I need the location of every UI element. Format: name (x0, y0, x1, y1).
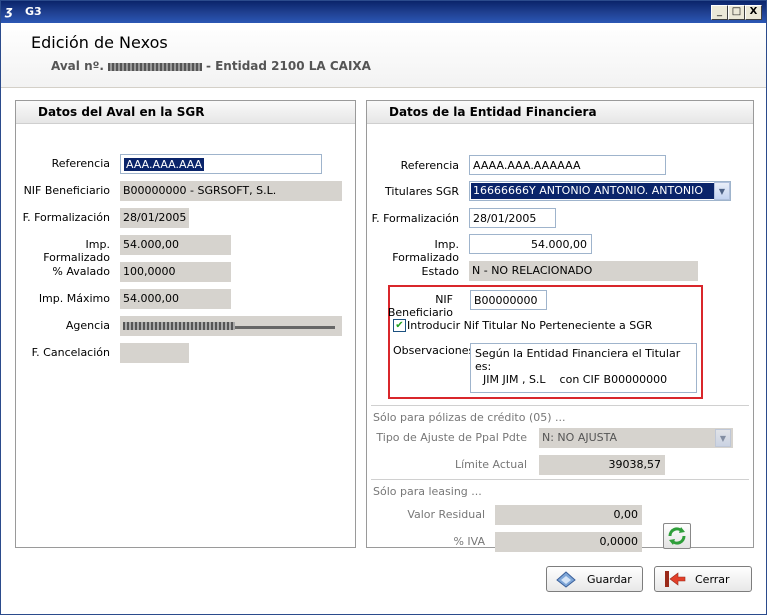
exit-arrow-icon (665, 571, 686, 587)
agencia-field (120, 316, 342, 336)
divider (371, 479, 749, 480)
imp-formalizado-field: 54.000,00 (120, 235, 231, 255)
label-referencia: Referencia (51, 157, 110, 170)
observaciones-textarea[interactable]: Según la Entidad Financiera el Titular e… (470, 343, 697, 393)
panel-title: Datos de la Entidad Financiera (367, 101, 753, 124)
label-limite-actual: Límite Actual (455, 458, 527, 471)
introducir-nif-checkbox[interactable]: ✔ (393, 319, 406, 332)
label-valor-residual: Valor Residual (407, 508, 485, 521)
close-window-button[interactable]: X (745, 5, 762, 20)
main-content: Datos del Aval en la SGR Referencia AAA.… (1, 88, 766, 553)
panel-entidad-financiera: Datos de la Entidad Financiera Referenci… (366, 100, 754, 552)
avalado-field: 100,0000 (120, 262, 231, 282)
label-imp-formalizado: Imp. Formalizado (43, 238, 110, 264)
maximize-button[interactable]: □ (728, 5, 745, 20)
f-formalizacion-ef-input[interactable]: 28/01/2005 (469, 208, 556, 228)
label-tipo-ajuste: Tipo de Ajuste de Ppal Pdte (376, 431, 527, 444)
titulares-sgr-value: 16666666Y ANTONIO ANTONIO. ANTONIO (471, 183, 715, 199)
divider (371, 405, 749, 406)
referencia-ef-input[interactable]: AAAA.AAA.AAAAAA (469, 155, 666, 175)
label-imp-formalizado-ef: Imp. Formalizado (392, 238, 459, 264)
label-titulares-sgr: Titulares SGR (385, 185, 459, 198)
tipo-ajuste-value: N: NO AJUSTA (542, 431, 618, 444)
save-button[interactable]: Guardar (546, 566, 643, 592)
introducir-nif-label: Introducir Nif Titular No Perteneciente … (407, 319, 653, 332)
masked-agencia-tail (235, 325, 335, 329)
leasing-section-label: Sólo para leasing ... (373, 485, 482, 498)
f-formalizacion-field: 28/01/2005 (120, 208, 189, 228)
iva-field: 0,0000 (495, 532, 642, 552)
chevron-down-icon[interactable]: ▼ (715, 429, 731, 447)
panel-title: Datos del Aval en la SGR (16, 101, 355, 124)
label-nif-beneficiario: NIF Beneficiario (23, 184, 110, 197)
window-title: G3 (25, 5, 42, 18)
panel-aval-sgr: Datos del Aval en la SGR Referencia AAA.… (15, 100, 356, 548)
g3-logo-icon: ʒ (5, 4, 13, 18)
label-observaciones: Observaciones (393, 344, 475, 357)
label-agencia: Agencia (65, 319, 110, 332)
subtitle-suffix: - Entidad 2100 LA CAIXA (205, 59, 371, 73)
masked-agencia (123, 322, 235, 330)
chevron-down-icon[interactable]: ▼ (714, 182, 730, 200)
save-label: Guardar (587, 573, 632, 586)
cerrar-label: Cerrar (695, 573, 730, 586)
title-bar: ʒ G3 _ □ X (1, 1, 766, 23)
label-iva: % IVA (453, 535, 485, 548)
label-imp-maximo: Imp. Máximo (38, 292, 110, 305)
limite-actual-field: 39038,57 (539, 455, 665, 475)
minimize-button[interactable]: _ (711, 5, 728, 20)
observaciones-line-1: Según la Entidad Financiera el Titular e… (475, 347, 681, 373)
page-subtitle: Aval nº. - Entidad 2100 LA CAIXA (51, 59, 371, 73)
save-icon (556, 571, 576, 588)
label-f-formalizacion-ef: F. Formalización (371, 212, 459, 225)
masked-aval-number (107, 62, 202, 71)
credit-section-label: Sólo para pólizas de crédito (05) ... (373, 411, 566, 424)
footer-bar: Guardar Cerrar (1, 553, 766, 614)
observaciones-line-2: JIM JIM , S.L con CIF B00000000 (483, 373, 668, 386)
referencia-value: AAA.AAA.AAA (124, 158, 205, 171)
imp-formalizado-ef-input[interactable]: 54.000,00 (469, 234, 592, 254)
cerrar-button[interactable]: Cerrar (654, 566, 752, 592)
nif-beneficiario-ef-input[interactable]: B00000000 (470, 290, 547, 310)
label-estado: Estado (421, 265, 459, 278)
label-nif-beneficiario-ef: NIF Beneficiario (387, 293, 453, 319)
referencia-field[interactable]: AAA.AAA.AAA (120, 154, 322, 174)
f-cancelacion-field (120, 343, 189, 363)
page-title: Edición de Nexos (31, 33, 168, 52)
refresh-button[interactable] (663, 523, 691, 549)
label-f-cancelacion: F. Cancelación (31, 346, 110, 359)
tipo-ajuste-select[interactable]: N: NO AJUSTA ▼ (539, 428, 733, 448)
nif-beneficiario-field: B00000000 - SGRSOFT, S.L. (120, 181, 342, 201)
titulares-sgr-select[interactable]: 16666666Y ANTONIO ANTONIO. ANTONIO ▼ (469, 181, 731, 201)
app-window: ʒ G3 _ □ X Edición de Nexos Aval nº. - En… (0, 0, 767, 615)
refresh-icon (668, 527, 686, 545)
valor-residual-field: 0,00 (495, 505, 642, 525)
estado-field: N - NO RELACIONADO (469, 261, 698, 281)
label-referencia-ef: Referencia (400, 159, 459, 172)
label-f-formalizacion: F. Formalización (22, 211, 110, 224)
imp-maximo-field: 54.000,00 (120, 289, 231, 309)
subtitle-prefix: Aval nº. (51, 59, 104, 73)
page-header: Edición de Nexos Aval nº. - Entidad 2100 … (1, 23, 766, 88)
label-avalado: % Avalado (52, 265, 110, 278)
